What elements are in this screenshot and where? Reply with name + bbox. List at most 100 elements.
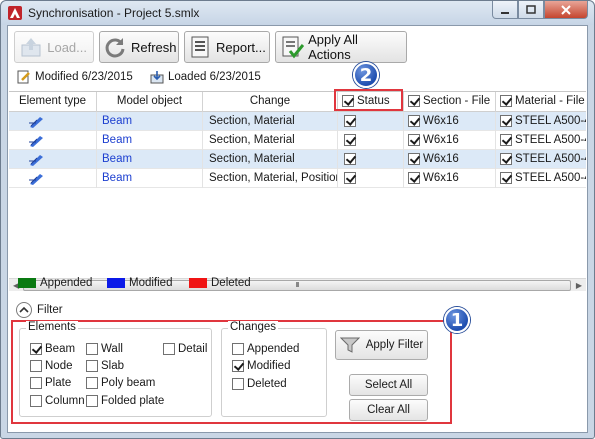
beam-type-icon: [9, 169, 97, 188]
slab-filter-checkbox[interactable]: Slab: [86, 360, 124, 372]
load-icon: [18, 34, 43, 60]
appended-checkbox-box[interactable]: [232, 343, 244, 355]
table-row[interactable]: Beam Section, Material W6x16 STEEL A500-…: [9, 131, 586, 150]
section-checkbox[interactable]: [408, 171, 420, 184]
wall-filter-checkbox[interactable]: Wall: [86, 343, 123, 355]
status-checkbox[interactable]: [344, 152, 356, 165]
status-highlight-box: [334, 89, 403, 111]
callout-1-text: 1: [450, 309, 464, 331]
table-row[interactable]: Beam Section, Material W6x16 STEEL A500-…: [9, 112, 586, 131]
apply-filter-label: Apply Filter: [365, 339, 424, 351]
section-checkbox[interactable]: [408, 114, 420, 127]
col-section-file[interactable]: Section - File: [404, 92, 496, 112]
model-object-cell: Beam: [97, 131, 203, 150]
section-checkbox[interactable]: [408, 133, 420, 146]
modified-text: Modified 6/23/2015: [35, 71, 133, 83]
scroll-right-icon[interactable]: ▶: [576, 281, 582, 290]
table-row[interactable]: Beam Section, Material W6x16 STEEL A500-…: [9, 150, 586, 169]
poly-beam-checkbox-box[interactable]: [86, 377, 98, 389]
plate-filter-checkbox[interactable]: Plate: [30, 377, 71, 389]
modified-filter-checkbox[interactable]: Modified: [232, 360, 290, 372]
status-checkbox[interactable]: [344, 114, 356, 127]
beam-type-icon: [9, 131, 97, 150]
material-checkbox[interactable]: [500, 152, 512, 165]
material-value: STEEL A500-42: [515, 172, 586, 184]
material-checkbox[interactable]: [500, 133, 512, 146]
status-cell: [338, 150, 404, 169]
select-all-label: Select All: [364, 379, 413, 391]
report-button[interactable]: Report...: [184, 31, 270, 63]
col-material-file[interactable]: Material - File: [496, 92, 586, 112]
section-value: W6x16: [423, 172, 459, 184]
load-button[interactable]: Load...: [14, 31, 94, 63]
refresh-button[interactable]: Refresh: [99, 31, 179, 63]
apply-filter-button[interactable]: Apply Filter: [335, 330, 428, 360]
close-icon: [561, 4, 571, 15]
app-logo-icon: [8, 6, 22, 20]
plate-filter-label: Plate: [45, 377, 72, 389]
material-cell: STEEL A500-42: [496, 150, 586, 169]
section-cell: W6x16: [404, 131, 496, 150]
refresh-label: Refresh: [131, 39, 177, 55]
changes-group: Changes: [221, 321, 327, 417]
col-model-object[interactable]: Model object: [97, 92, 203, 112]
column-checkbox-box[interactable]: [30, 395, 42, 407]
minimize-button[interactable]: [492, 1, 518, 19]
beam-filter-checkbox[interactable]: Beam: [30, 343, 75, 355]
folded-plate-filter-checkbox[interactable]: Folded plate: [86, 395, 164, 407]
col-element-type[interactable]: Element type: [9, 92, 97, 112]
filter-label: Filter: [37, 304, 63, 316]
appended-filter-checkbox[interactable]: Appended: [232, 343, 299, 355]
material-header-checkbox[interactable]: [500, 94, 512, 107]
table-row[interactable]: Beam Section, Material, Position W6x16 S…: [9, 169, 586, 188]
poly-beam-filter-checkbox[interactable]: Poly beam: [86, 377, 155, 389]
callout-badge-1: 1: [444, 307, 470, 333]
legend-deleted: Deleted: [189, 277, 251, 289]
column-filter-checkbox[interactable]: Column: [30, 395, 85, 407]
wall-checkbox-box[interactable]: [86, 343, 98, 355]
apply-all-actions-button[interactable]: Apply All Actions: [275, 31, 407, 63]
folded-plate-checkbox-box[interactable]: [86, 395, 98, 407]
status-checkbox[interactable]: [344, 171, 356, 184]
modified-checkbox-box[interactable]: [232, 360, 244, 372]
plate-checkbox-box[interactable]: [30, 377, 42, 389]
close-button[interactable]: [544, 1, 588, 19]
detail-filter-checkbox[interactable]: Detail: [163, 343, 207, 355]
beam-checkbox-box[interactable]: [30, 343, 42, 355]
deleted-filter-checkbox[interactable]: Deleted: [232, 378, 287, 390]
window-title: Synchronisation - Project 5.smlx: [28, 6, 200, 20]
legend-appended-label: Appended: [40, 277, 93, 289]
modified-filter-label: Modified: [247, 360, 291, 372]
deleted-checkbox-box[interactable]: [232, 378, 244, 390]
status-checkbox[interactable]: [344, 133, 356, 146]
horizontal-scrollbar[interactable]: ◀ III ▶: [9, 278, 586, 291]
section-header-checkbox[interactable]: [408, 94, 420, 107]
section-value: W6x16: [423, 134, 459, 146]
changes-group-label: Changes: [228, 321, 279, 333]
folded-plate-filter-label: Folded plate: [101, 395, 165, 407]
model-object-cell: Beam: [97, 169, 203, 188]
filter-toggle[interactable]: Filter: [16, 302, 63, 318]
select-all-button[interactable]: Select All: [349, 374, 428, 396]
material-checkbox[interactable]: [500, 114, 512, 127]
maximize-button[interactable]: [518, 1, 544, 19]
title-bar[interactable]: Synchronisation - Project 5.smlx: [1, 1, 594, 25]
col-change[interactable]: Change: [203, 92, 338, 112]
modified-swatch: [107, 278, 125, 288]
scroll-thumb[interactable]: III: [23, 280, 571, 291]
poly-beam-filter-label: Poly beam: [101, 377, 156, 389]
deleted-filter-label: Deleted: [247, 378, 287, 390]
callout-2-text: 2: [359, 64, 373, 86]
slab-checkbox-box[interactable]: [86, 360, 98, 372]
material-checkbox[interactable]: [500, 171, 512, 184]
scroll-grip: III: [295, 282, 300, 289]
clear-all-button[interactable]: Clear All: [349, 399, 428, 421]
chevron-up-icon[interactable]: [16, 302, 32, 318]
material-cell: STEEL A500-42: [496, 112, 586, 131]
node-checkbox-box[interactable]: [30, 360, 42, 372]
detail-checkbox-box[interactable]: [163, 343, 175, 355]
report-icon: [188, 34, 212, 60]
appended-swatch: [18, 278, 36, 288]
node-filter-checkbox[interactable]: Node: [30, 360, 73, 372]
section-checkbox[interactable]: [408, 152, 420, 165]
